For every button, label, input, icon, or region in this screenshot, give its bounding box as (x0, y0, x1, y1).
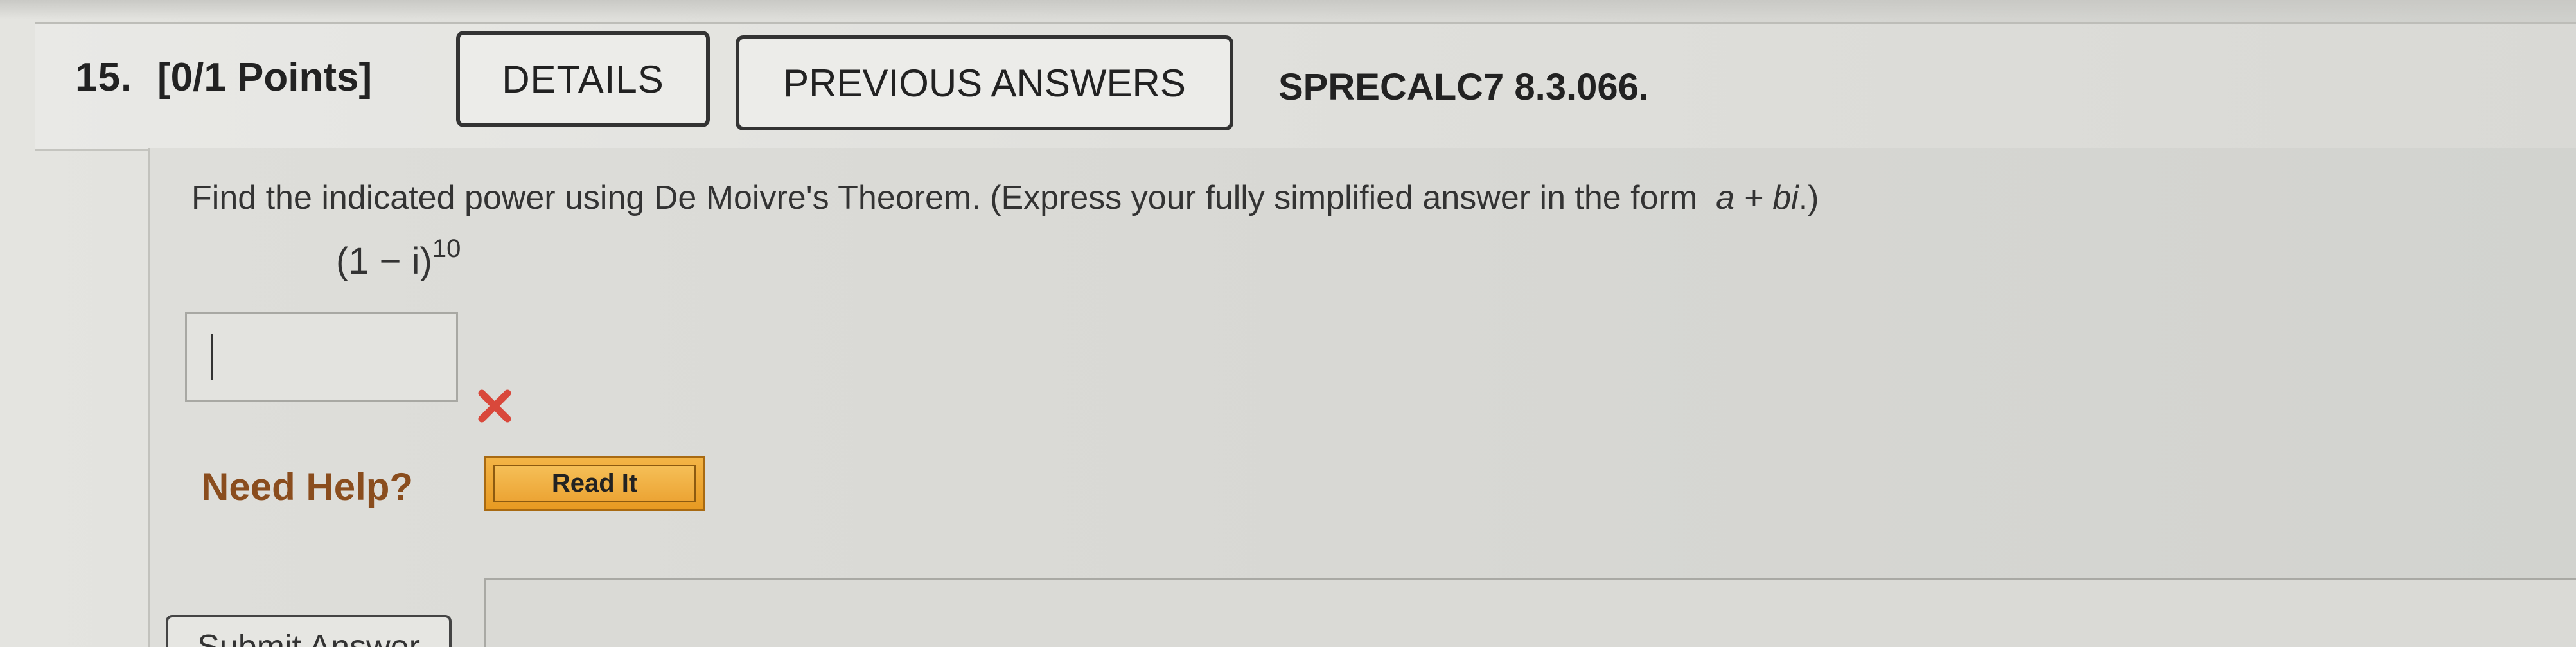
need-help-label: Need Help? (201, 465, 414, 508)
question-points: [0/1 Points] (157, 55, 373, 100)
expression-exponent: 10 (432, 235, 461, 263)
math-expression: (1 − i)10 (336, 235, 461, 283)
read-it-label: Read It (493, 465, 696, 502)
prompt-text: Find the indicated power using De Moivre… (191, 179, 1698, 217)
details-button[interactable]: DETAILS (456, 31, 710, 127)
question-header: 15. [0/1 Points] DETAILS PREVIOUS ANSWER… (35, 22, 2576, 151)
answer-input[interactable] (185, 312, 458, 402)
question-prompt: Find the indicated power using De Moivre… (191, 179, 1819, 217)
feedback-box (484, 578, 2576, 647)
top-shade (0, 0, 2576, 19)
submit-answer-button[interactable]: Submit Answer (166, 615, 452, 647)
question-number: 15. (75, 55, 133, 100)
prompt-form: a + bi (1716, 179, 1799, 217)
expression-base: (1 − i) (336, 240, 432, 282)
page: 15. [0/1 Points] DETAILS PREVIOUS ANSWER… (0, 0, 2576, 647)
previous-answers-button[interactable]: PREVIOUS ANSWERS (736, 35, 1233, 130)
x-mark-icon (478, 389, 511, 423)
read-it-button[interactable]: Read It (484, 456, 705, 511)
question-body: Find the indicated power using De Moivre… (148, 148, 2576, 647)
question-source: SPRECALC7 8.3.066. (1278, 66, 1650, 108)
text-cursor (211, 334, 213, 380)
prompt-end: .) (1798, 179, 1819, 217)
